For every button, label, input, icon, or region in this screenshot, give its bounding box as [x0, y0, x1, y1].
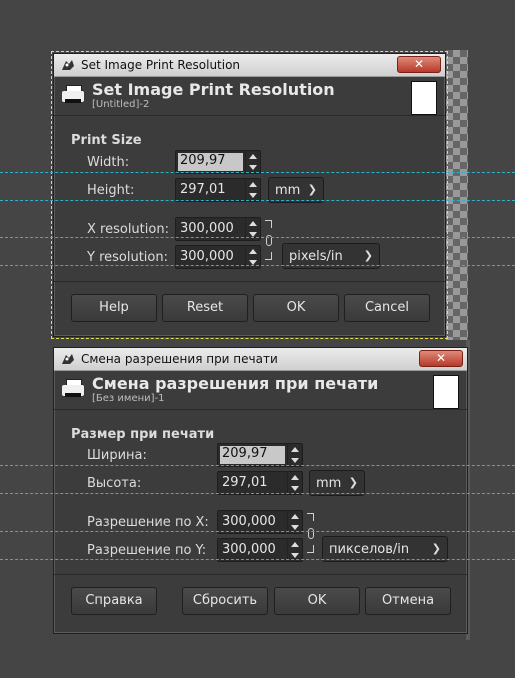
width-stepper[interactable] — [287, 444, 302, 466]
x-resolution-value[interactable]: 300,000 — [218, 511, 287, 533]
dialog-header: Set Image Print Resolution [Untitled]-2 — [54, 77, 445, 116]
dialog-heading: Смена разрешения при печати — [92, 374, 379, 393]
reset-button[interactable]: Сбросить — [182, 587, 268, 615]
size-unit-value: mm — [275, 182, 301, 198]
dialog-heading: Set Image Print Resolution — [92, 80, 335, 99]
button-row-separator — [54, 281, 445, 282]
window-titlebar[interactable]: Смена разрешения при печати ✕ — [54, 348, 467, 371]
x-resolution-value[interactable]: 300,000 — [176, 218, 245, 240]
x-resolution-stepper[interactable] — [287, 511, 302, 533]
chevron-down-icon: ❯ — [431, 542, 441, 555]
y-resolution-spinbutton[interactable]: 300,000 — [217, 538, 303, 562]
window-title: Смена разрешения при печати — [81, 352, 278, 366]
help-button[interactable]: Help — [71, 294, 157, 322]
width-spinbutton[interactable]: 209,97 — [175, 150, 261, 174]
image-name: [Без имени]-1 — [92, 393, 165, 404]
printer-icon — [62, 85, 84, 107]
width-stepper[interactable] — [245, 151, 260, 173]
x-resolution-spinbutton[interactable]: 300,000 — [217, 510, 303, 534]
chevron-down-icon: ❯ — [363, 249, 373, 262]
image-preview-thumbnail — [433, 375, 459, 409]
resolution-unit-combo[interactable]: pixels/in ❯ — [282, 243, 380, 269]
height-value[interactable]: 297,01 — [176, 179, 245, 201]
image-preview-thumbnail — [411, 81, 437, 115]
dialog-header: Смена разрешения при печати [Без имени]-… — [54, 371, 467, 410]
chain-link-icon[interactable] — [265, 220, 273, 260]
width-spinbutton[interactable]: 209,97 — [217, 443, 303, 467]
print-size-section-title: Размер при печати — [71, 427, 215, 442]
image-name: [Untitled]-2 — [92, 99, 150, 110]
y-resolution-value[interactable]: 300,000 — [176, 246, 245, 268]
window-title: Set Image Print Resolution — [81, 58, 241, 72]
canvas-checkerboard — [446, 50, 468, 340]
height-value[interactable]: 297,01 — [218, 472, 287, 494]
print-size-section-title: Print Size — [71, 133, 142, 148]
width-label: Width: — [87, 155, 130, 170]
print-resolution-dialog-ru: Смена разрешения при печати ✕ Смена разр… — [53, 347, 468, 634]
chain-link-icon[interactable] — [307, 513, 315, 553]
gimp-icon — [60, 58, 76, 72]
y-resolution-stepper[interactable] — [287, 539, 302, 561]
height-label: Высота: — [87, 476, 142, 491]
x-resolution-stepper[interactable] — [245, 218, 260, 240]
height-spinbutton[interactable]: 297,01 — [217, 471, 303, 495]
y-resolution-spinbutton[interactable]: 300,000 — [175, 245, 261, 269]
height-label: Height: — [87, 183, 135, 198]
height-stepper[interactable] — [287, 472, 302, 494]
size-unit-value: mm — [316, 475, 342, 491]
size-unit-combo[interactable]: mm ❯ — [309, 470, 365, 496]
cancel-button[interactable]: Отмена — [365, 587, 451, 615]
close-icon[interactable]: ✕ — [419, 350, 463, 367]
ok-button[interactable]: OK — [253, 294, 339, 322]
x-resolution-label: Разрешение по X: — [87, 515, 209, 530]
y-resolution-label: Y resolution: — [87, 250, 168, 265]
reset-button[interactable]: Reset — [162, 294, 248, 322]
width-label: Ширина: — [87, 448, 147, 463]
size-unit-combo[interactable]: mm ❯ — [268, 177, 324, 203]
x-resolution-label: X resolution: — [87, 222, 169, 237]
y-resolution-value[interactable]: 300,000 — [218, 539, 287, 561]
button-row-separator — [54, 574, 467, 575]
printer-icon — [62, 379, 84, 401]
cancel-button[interactable]: Cancel — [344, 294, 430, 322]
gimp-icon — [60, 352, 76, 366]
resolution-unit-value: pixels/in — [289, 248, 343, 264]
width-value[interactable]: 209,97 — [220, 446, 285, 464]
help-button[interactable]: Справка — [71, 587, 157, 615]
resolution-unit-value: пикселов/in — [329, 541, 410, 557]
window-titlebar[interactable]: Set Image Print Resolution ✕ — [54, 54, 445, 77]
chevron-down-icon: ❯ — [348, 476, 358, 489]
chevron-down-icon: ❯ — [307, 183, 317, 196]
resolution-unit-combo[interactable]: пикселов/in ❯ — [322, 536, 448, 562]
height-stepper[interactable] — [245, 179, 260, 201]
y-resolution-label: Разрешение по Y: — [87, 543, 207, 558]
height-spinbutton[interactable]: 297,01 — [175, 178, 261, 202]
ok-button[interactable]: OK — [274, 587, 360, 615]
width-value[interactable]: 209,97 — [178, 153, 243, 171]
print-resolution-dialog-en: Set Image Print Resolution ✕ Set Image P… — [51, 51, 448, 339]
x-resolution-spinbutton[interactable]: 300,000 — [175, 217, 261, 241]
close-icon[interactable]: ✕ — [397, 56, 441, 73]
y-resolution-stepper[interactable] — [245, 246, 260, 268]
